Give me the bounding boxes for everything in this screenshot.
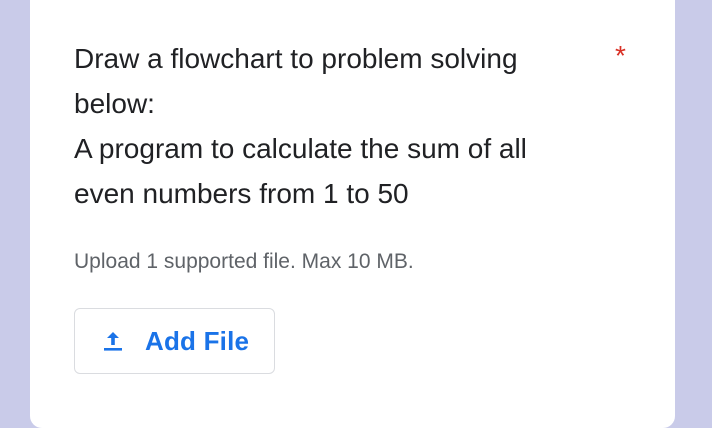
required-asterisk: * — [615, 40, 626, 71]
question-title: Draw a flowchart to problem solving belo… — [74, 36, 574, 216]
upload-icon — [101, 329, 125, 353]
question-line: A program to calculate the sum of all — [74, 133, 527, 164]
question-line: Draw a flowchart to problem solving — [74, 43, 518, 74]
add-file-button[interactable]: Add File — [74, 308, 275, 374]
upload-hint: Upload 1 supported file. Max 10 MB. — [74, 250, 414, 273]
add-file-label: Add File — [145, 325, 250, 356]
question-card: Draw a flowchart to problem solving belo… — [30, 0, 675, 428]
question-line: even numbers from 1 to 50 — [74, 178, 409, 209]
question-line: below: — [74, 88, 155, 119]
